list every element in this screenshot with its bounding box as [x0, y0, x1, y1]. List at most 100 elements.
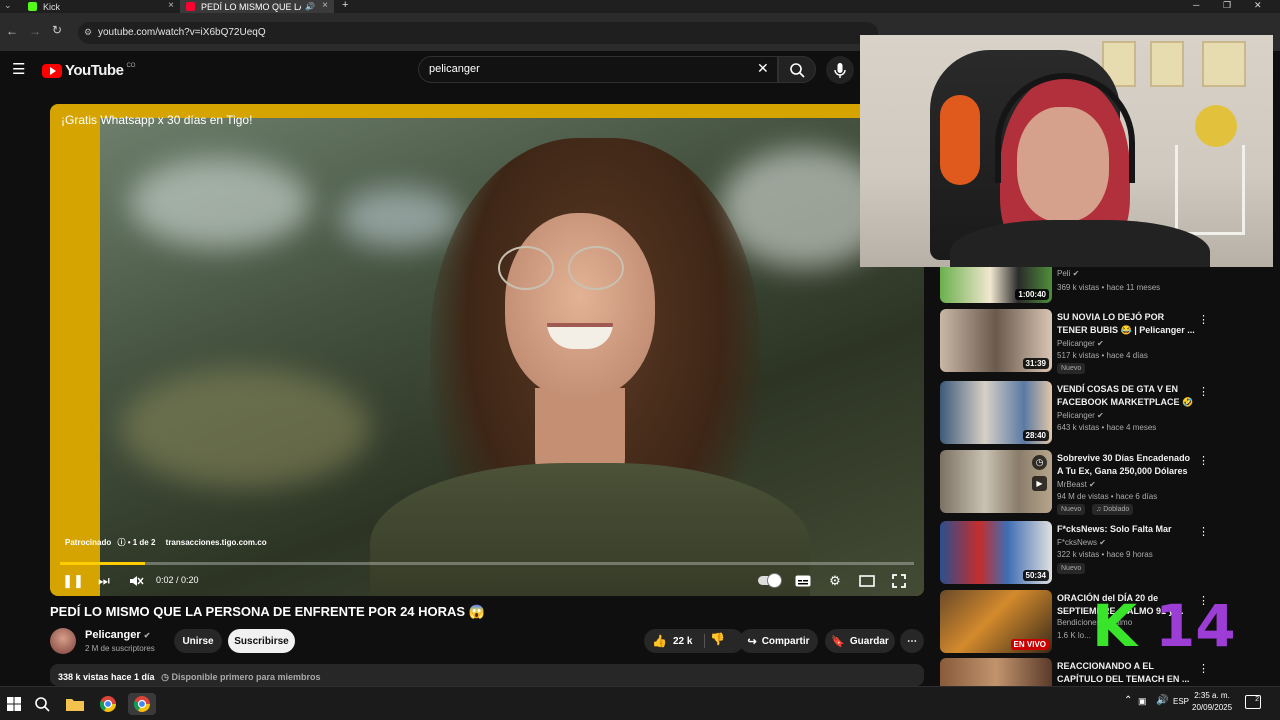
hamburger-menu-icon[interactable]: ☰ — [12, 60, 25, 78]
channel-avatar[interactable] — [50, 628, 76, 654]
related-title[interactable]: SU NOVIA LO DEJÓ POR TENER BUBIS 😂 | Pel… — [1057, 311, 1197, 337]
new-badge: Nuevo — [1057, 504, 1086, 515]
related-title[interactable]: VENDÍ COSAS DE GTA V EN FACEBOOK MARKETP… — [1057, 383, 1197, 409]
voice-search-button[interactable] — [826, 56, 854, 84]
close-tab-icon[interactable]: × — [168, 0, 174, 11]
subscribe-button[interactable]: Suscribirse — [228, 629, 295, 653]
video-thumbnail[interactable]: 31:39 — [940, 309, 1052, 372]
maximize-icon[interactable]: ❐ — [1223, 0, 1231, 11]
ad-count: 1 de 2 — [132, 538, 156, 547]
more-vertical-icon[interactable]: ⋮ — [1198, 525, 1209, 538]
video-thumbnail[interactable]: 28:40 — [940, 381, 1052, 444]
more-vertical-icon[interactable]: ⋮ — [1198, 454, 1209, 467]
ad-progress-fill — [60, 562, 146, 565]
windows-taskbar: ⌃ ▣ 🔊 ESP 2:35 a. m. 20/09/2025 2 — [0, 686, 1280, 720]
network-icon[interactable]: ▣ — [1138, 696, 1147, 707]
site-info-icon[interactable]: ⚙ — [84, 27, 92, 38]
related-channel[interactable]: Pelicanger ✔ — [1057, 411, 1104, 420]
chrome-button[interactable] — [96, 693, 120, 715]
more-actions-button[interactable]: ⋯ — [900, 629, 924, 653]
related-channel[interactable]: Peli ✔ — [1057, 269, 1079, 278]
watch-later-icon[interactable]: ◷ — [1032, 455, 1047, 470]
dislike-button[interactable]: 👎 — [710, 632, 725, 646]
tab-kick[interactable]: Kick × — [22, 0, 180, 13]
settings-button[interactable]: ⚙ — [826, 572, 844, 590]
video-thumbnail[interactable]: 50:34 — [940, 521, 1052, 584]
youtube-logo[interactable]: YouTube CO — [42, 62, 135, 79]
list-item[interactable]: REACCIONANDO A EL CAPÍTULO DEL TEMACH EN… — [940, 658, 1265, 686]
clock-date: 20/09/2025 — [1192, 703, 1233, 712]
related-meta: 369 k vistas • hace 11 meses — [1057, 283, 1161, 292]
search-button[interactable] — [778, 56, 816, 83]
more-vertical-icon[interactable]: ⋮ — [1198, 662, 1209, 675]
back-icon[interactable]: ← — [6, 24, 18, 38]
list-item[interactable]: 1:00:40 Peli ✔ 369 k vistas • hace 11 me… — [940, 266, 1265, 306]
related-channel[interactable]: Pelicanger ✔ — [1057, 339, 1104, 348]
tab-menu-icon[interactable]: ⌄ — [4, 0, 12, 11]
poster — [1150, 41, 1184, 87]
video-player[interactable]: ¡Gratis Whatsapp x 30 días en Tigo! Patr… — [50, 104, 924, 596]
autoplay-toggle[interactable] — [758, 574, 781, 587]
reload-icon[interactable]: ↻ — [52, 23, 62, 37]
info-icon[interactable]: ⓘ — [117, 538, 125, 547]
new-tab-icon[interactable]: + — [342, 0, 348, 11]
ad-title[interactable]: ¡Gratis Whatsapp x 30 días en Tigo! — [61, 113, 252, 127]
pause-button[interactable]: ❚❚ — [62, 572, 84, 590]
search-input[interactable]: pelicanger ✕ — [418, 56, 778, 83]
list-item[interactable]: ◷ ▶ Sobrevive 30 Días Encadenado A Tu Ex… — [940, 450, 1265, 516]
save-button[interactable]: 🔖 Guardar — [825, 629, 895, 653]
clear-search-icon[interactable]: ✕ — [757, 60, 769, 77]
related-channel[interactable]: F*cksNews ✔ — [1057, 538, 1106, 547]
tab-youtube[interactable]: PEDÍ LO MISMO QUE LA PE 🔊 × — [180, 0, 334, 13]
clock[interactable]: 2:35 a. m. 20/09/2025 — [1192, 690, 1232, 714]
add-to-queue-icon[interactable]: ▶ — [1032, 476, 1047, 491]
theater-mode-button[interactable] — [858, 572, 876, 590]
chrome-active-button[interactable] — [128, 693, 156, 715]
related-meta: 322 k vistas • hace 9 horas — [1057, 550, 1153, 559]
more-vertical-icon[interactable]: ⋮ — [1198, 385, 1209, 398]
list-item[interactable]: 31:39 SU NOVIA LO DEJÓ POR TENER BUBIS 😂… — [940, 309, 1265, 375]
live-badge: EN VIVO — [1010, 639, 1049, 650]
player-controls: ❚❚ ⏭ 0:02 / 0:20 ⚙ — [50, 566, 924, 596]
more-vertical-icon[interactable]: ⋮ — [1198, 313, 1209, 326]
youtube-wordmark: YouTube — [65, 62, 124, 79]
file-explorer-button[interactable] — [63, 693, 87, 715]
search-taskbar-button[interactable] — [30, 693, 54, 715]
description-box[interactable]: 338 k vistas hace 1 día ◷ Disponible pri… — [50, 664, 924, 686]
close-tab-icon[interactable]: × — [322, 0, 328, 11]
video-thumbnail[interactable]: 1:00:40 — [940, 266, 1052, 303]
start-button[interactable] — [2, 693, 26, 715]
related-title[interactable]: REACCIONANDO A EL CAPÍTULO DEL TEMACH EN… — [1057, 660, 1197, 686]
fullscreen-button[interactable] — [890, 572, 908, 590]
share-button[interactable]: ↪ Compartir — [739, 629, 818, 653]
subtitles-icon — [795, 575, 811, 587]
close-window-icon[interactable]: ✕ — [1254, 0, 1262, 11]
language-indicator[interactable]: ESP — [1173, 697, 1189, 706]
join-button[interactable]: Unirse — [174, 629, 222, 653]
forward-icon[interactable]: → — [29, 24, 41, 38]
notifications-button[interactable]: 2 — [1245, 695, 1261, 709]
channel-text: MrBeast — [1057, 480, 1087, 489]
channel-name[interactable]: Pelicanger ✔ — [85, 629, 150, 641]
related-title[interactable]: Sobrevive 30 Días Encadenado A Tu Ex, Ga… — [1057, 452, 1197, 478]
mute-button[interactable] — [127, 572, 145, 590]
related-title[interactable]: F*cksNews: Solo Falta Mar — [1057, 523, 1197, 536]
video-thumbnail[interactable] — [940, 658, 1052, 686]
volume-icon[interactable]: 🔊 — [1156, 695, 1168, 706]
dubbed-text: Doblado — [1103, 506, 1130, 513]
subtitles-button[interactable] — [794, 572, 812, 590]
list-item[interactable]: 28:40 VENDÍ COSAS DE GTA V EN FACEBOOK M… — [940, 381, 1265, 447]
like-button[interactable]: 👍 22 k — [652, 634, 692, 648]
minimize-icon[interactable]: ─ — [1193, 0, 1199, 10]
ad-progress-bar[interactable] — [60, 562, 914, 565]
chevron-up-icon[interactable]: ⌃ — [1124, 695, 1132, 706]
next-button[interactable]: ⏭ — [95, 572, 113, 590]
related-channel[interactable]: MrBeast ✔ — [1057, 480, 1096, 489]
video-frame[interactable] — [100, 118, 924, 596]
video-thumbnail[interactable]: ◷ ▶ — [940, 450, 1052, 513]
url-text: youtube.com/watch?v=iX6bQ72UeqQ — [98, 27, 266, 38]
video-thumbnail[interactable]: EN VIVO — [940, 590, 1052, 653]
ad-domain-link[interactable]: transacciones.tigo.com.co — [166, 538, 267, 547]
url-field[interactable]: ⚙ youtube.com/watch?v=iX6bQ72UeqQ — [78, 22, 878, 44]
list-item[interactable]: 50:34 F*cksNews: Solo Falta Mar F*cksNew… — [940, 521, 1265, 587]
